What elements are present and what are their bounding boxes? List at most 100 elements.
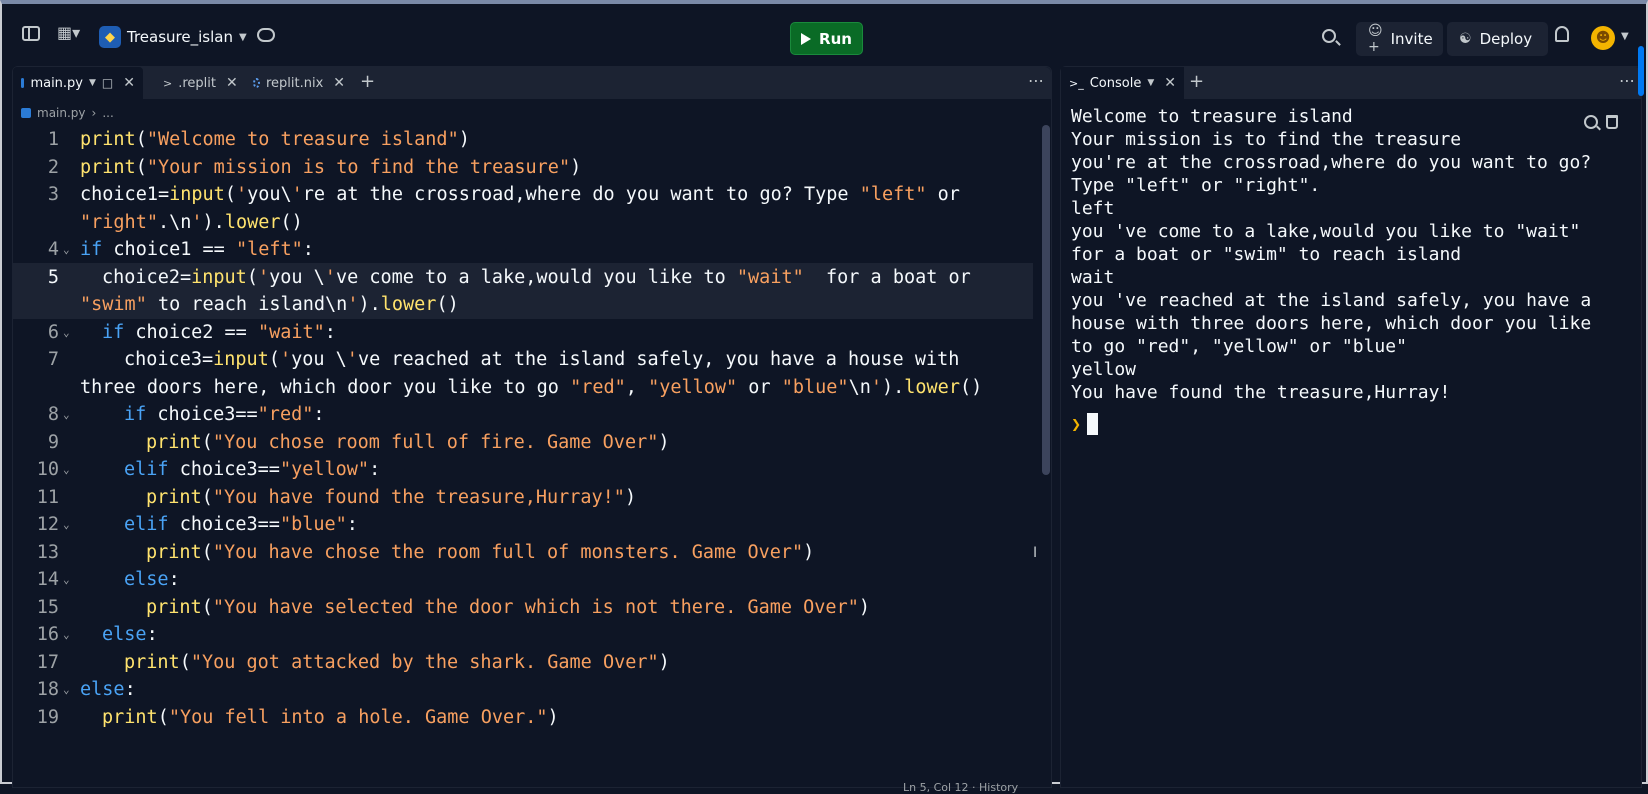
code-line[interactable]: 16 ⌄ else: — [13, 620, 1033, 649]
code-line[interactable]: 3 choice1=input('you\'re at the crossroad… — [13, 180, 1033, 209]
text-cursor-icon: I — [1033, 545, 1038, 561]
line-number: 15 — [36, 596, 59, 618]
chevron-down-icon[interactable]: ▼ — [1621, 31, 1629, 42]
chevron-down-icon: ▼ — [89, 78, 96, 88]
line-number: 5 — [47, 266, 59, 288]
code-text: choice1=input('you\'re at the crossroad,… — [80, 184, 960, 205]
fold-chevron-icon[interactable]: ⌄ — [63, 455, 70, 484]
tab-console[interactable]: >_ Console ▼ ✕ — [1061, 67, 1184, 99]
code-line[interactable]: 17 print("You got attacked by the shark. … — [13, 648, 1033, 677]
code-line[interactable]: 6 ⌄ if choice2 == "wait": — [13, 318, 1033, 347]
window-scrollbar[interactable] — [1638, 46, 1644, 96]
avatar[interactable]: ☻ — [1591, 26, 1615, 50]
console-prompt[interactable]: ❯ — [1071, 413, 1099, 435]
console-line: Welcome to treasure island — [1071, 106, 1353, 127]
console-tab-bar: >_ Console ▼ ✕ + ⋯ — [1061, 67, 1641, 99]
editor-tab-bar: main.py ▼ □ ✕ > .replit ✕ replit.nix ✕ +… — [13, 67, 1051, 99]
run-button[interactable]: Run — [790, 22, 863, 55]
tab-label: .replit — [178, 75, 216, 91]
code-line[interactable]: 1 print("Welcome to treasure island") — [13, 125, 1033, 154]
code-line[interactable]: "swim" to reach island\n').lower() — [13, 290, 1033, 319]
deploy-label: Deploy — [1479, 30, 1533, 48]
console-line: to go "red", "yellow" or "blue" — [1071, 336, 1407, 357]
add-tab-icon[interactable]: + — [360, 71, 375, 92]
console-line: you're at the crossroad,where do you wan… — [1071, 152, 1592, 173]
code-line[interactable]: 2 print("Your mission is to find the trea… — [13, 153, 1033, 182]
breadcrumb-more[interactable]: ... — [102, 106, 113, 120]
line-number: 6 — [47, 321, 59, 343]
invite-label: Invite — [1390, 30, 1433, 48]
code-line[interactable]: 12 ⌄ elif choice3=="blue": — [13, 510, 1033, 539]
code-text: if choice2 == "wait": — [102, 321, 336, 343]
fold-chevron-icon[interactable]: ⌄ — [63, 675, 70, 704]
close-icon[interactable]: ✕ — [333, 75, 345, 91]
more-icon[interactable]: ⋯ — [1619, 71, 1635, 90]
console-line: wait — [1071, 267, 1115, 288]
console-line: You have found the treasure,Hurray! — [1071, 382, 1451, 403]
console-line: you 've come to a lake,would you like to… — [1071, 221, 1581, 242]
code-text: print("Your mission is to find the treas… — [80, 156, 582, 178]
code-line[interactable]: 18 ⌄ else: — [13, 675, 1033, 704]
nix-icon — [253, 78, 260, 88]
close-icon[interactable]: ✕ — [1164, 75, 1176, 91]
fold-chevron-icon[interactable]: ⌄ — [63, 400, 70, 429]
line-number: 3 — [47, 184, 59, 205]
code-line[interactable]: 5 choice2=input('you \'ve come to a lake,… — [13, 262, 1033, 292]
prompt-chevron-icon: ❯ — [1071, 417, 1082, 431]
close-icon[interactable]: ✕ — [123, 75, 135, 91]
code-line[interactable]: 14 ⌄ else: — [13, 565, 1033, 594]
close-icon[interactable]: ✕ — [226, 75, 238, 91]
code-line[interactable]: 19 print("You fell into a hole. Game Over… — [13, 703, 1033, 732]
line-number: 1 — [47, 129, 59, 150]
breadcrumb: main.py › ... — [21, 103, 114, 123]
code-line[interactable]: three doors here, which door you like to… — [13, 373, 1033, 402]
line-number: 18 — [36, 679, 59, 700]
code-text: print("You have found the treasure,Hurra… — [146, 486, 637, 508]
editor-scrollbar[interactable] — [1042, 125, 1050, 475]
more-icon[interactable]: ⋯ — [1028, 71, 1044, 90]
project-switcher[interactable]: ◆ Treasure_islan ▼ — [99, 24, 247, 50]
invite-button[interactable]: ☺+ Invite — [1356, 22, 1443, 56]
code-line[interactable]: 4 ⌄ if choice1 == "left": — [13, 235, 1033, 264]
fold-chevron-icon[interactable]: ⌄ — [63, 510, 70, 539]
code-line[interactable]: 13 print("You have chose the room full of… — [13, 538, 1033, 567]
deploy-button[interactable]: ☯ Deploy — [1447, 22, 1548, 56]
console-line: left — [1071, 198, 1115, 219]
code-editor[interactable]: 1 print("Welcome to treasure island") 2 pri… — [13, 125, 1033, 785]
fold-chevron-icon[interactable]: ⌄ — [63, 565, 70, 594]
editor-pane: main.py ▼ □ ✕ > .replit ✕ replit.nix ✕ +… — [12, 66, 1052, 794]
code-text: "swim" to reach island\n').lower() — [80, 294, 459, 315]
search-icon[interactable] — [1322, 29, 1336, 43]
bell-icon[interactable] — [1555, 26, 1569, 42]
line-number: 14 — [36, 569, 59, 590]
code-line[interactable]: 7 choice3=input('you \'ve reached at the … — [13, 345, 1033, 374]
code-text: elif choice3=="yellow": — [124, 459, 381, 480]
run-label: Run — [819, 29, 852, 48]
code-line[interactable]: 11 print("You have found the treasure,Hur… — [13, 483, 1033, 512]
fold-chevron-icon[interactable]: ⌄ — [63, 620, 70, 649]
python-file-icon — [21, 108, 31, 118]
code-text: print("You chose room full of fire. Game… — [146, 431, 670, 453]
code-text: print("You fell into a hole. Game Over."… — [102, 706, 559, 728]
split-icon[interactable]: □ — [102, 76, 113, 90]
code-line[interactable]: 8 ⌄ if choice3=="red": — [13, 400, 1033, 429]
code-line[interactable]: 10 ⌄ elif choice3=="yellow": — [13, 455, 1033, 484]
terminal-icon: > — [163, 76, 173, 90]
replit-menu-icon[interactable]: ▦▾ — [57, 23, 80, 42]
tab-replit[interactable]: > .replit ✕ — [155, 67, 241, 99]
play-icon — [801, 32, 812, 45]
code-line[interactable]: 9 print("You chose room full of fire. Gam… — [13, 428, 1033, 457]
line-number: 19 — [36, 706, 59, 728]
tab-main-py[interactable]: main.py ▼ □ ✕ — [13, 67, 143, 99]
code-line[interactable]: 15 print("You have selected the door whic… — [13, 593, 1033, 622]
tab-replit-nix[interactable]: replit.nix ✕ — [245, 67, 353, 99]
code-text: print("You have chose the room full of m… — [146, 541, 815, 563]
terminal-icon: >_ — [1069, 76, 1084, 90]
fold-chevron-icon[interactable]: ⌄ — [63, 235, 70, 264]
sidebar-toggle-icon[interactable] — [22, 26, 40, 41]
cloud-sync-icon[interactable] — [257, 28, 275, 42]
add-tab-icon[interactable]: + — [1189, 71, 1204, 92]
breadcrumb-file[interactable]: main.py — [37, 106, 86, 120]
code-line[interactable]: "right".\n').lower() — [13, 208, 1033, 237]
fold-chevron-icon[interactable]: ⌄ — [63, 318, 70, 347]
